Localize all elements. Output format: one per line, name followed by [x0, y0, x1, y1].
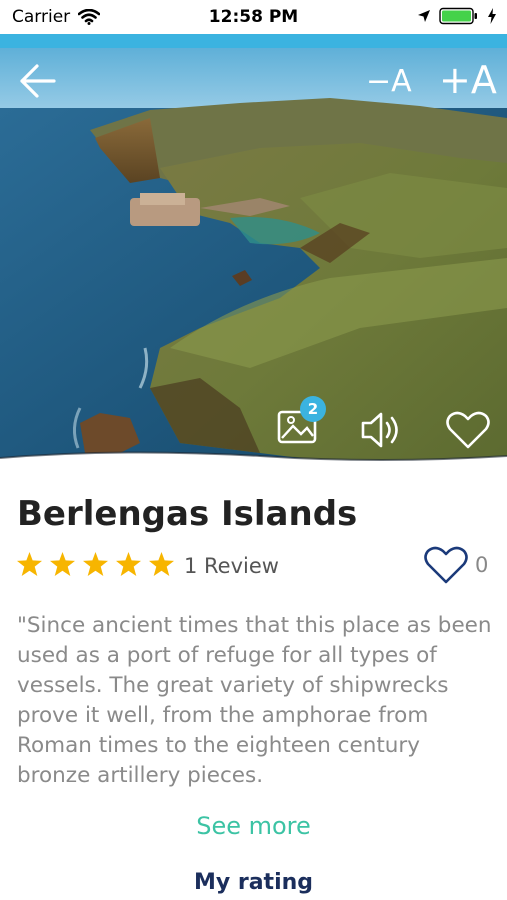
place-description: "Since ancient times that this place as …	[17, 613, 492, 788]
star-icon	[50, 552, 75, 576]
back-arrow-icon	[20, 64, 56, 98]
see-more-link[interactable]: See more	[0, 812, 507, 840]
speaker-icon	[361, 412, 398, 448]
audio-button[interactable]	[360, 410, 406, 454]
heart-icon	[446, 411, 490, 449]
review-count-link[interactable]: 1 Review	[184, 554, 279, 578]
decrease-font-button[interactable]: −A	[366, 64, 412, 99]
increase-font-button[interactable]: +A	[439, 58, 497, 102]
location-arrow-icon	[418, 10, 430, 22]
gallery-button[interactable]: 2	[277, 396, 331, 454]
favorites-count: 0	[475, 553, 489, 577]
island-photo	[0, 48, 507, 468]
back-button[interactable]	[18, 62, 58, 104]
star-icon	[149, 552, 174, 576]
heart-outline-icon	[424, 546, 468, 584]
place-title: Berlengas Islands	[17, 494, 358, 534]
rating-stars	[17, 552, 174, 576]
accent-strip	[0, 34, 507, 48]
status-bar: Carrier 12:58 PM	[0, 0, 507, 34]
favorite-hero-button[interactable]	[445, 410, 491, 454]
battery-icon	[439, 7, 477, 25]
charging-bolt-icon	[488, 8, 496, 24]
favorite-button[interactable]	[423, 545, 469, 589]
gallery-badge: 2	[300, 396, 326, 422]
hero-image: −A +A 2	[0, 48, 507, 468]
status-icons	[417, 7, 497, 25]
star-icon	[116, 552, 141, 576]
my-rating-heading: My rating	[193, 870, 314, 895]
star-icon	[83, 552, 108, 576]
star-icon	[17, 552, 42, 576]
